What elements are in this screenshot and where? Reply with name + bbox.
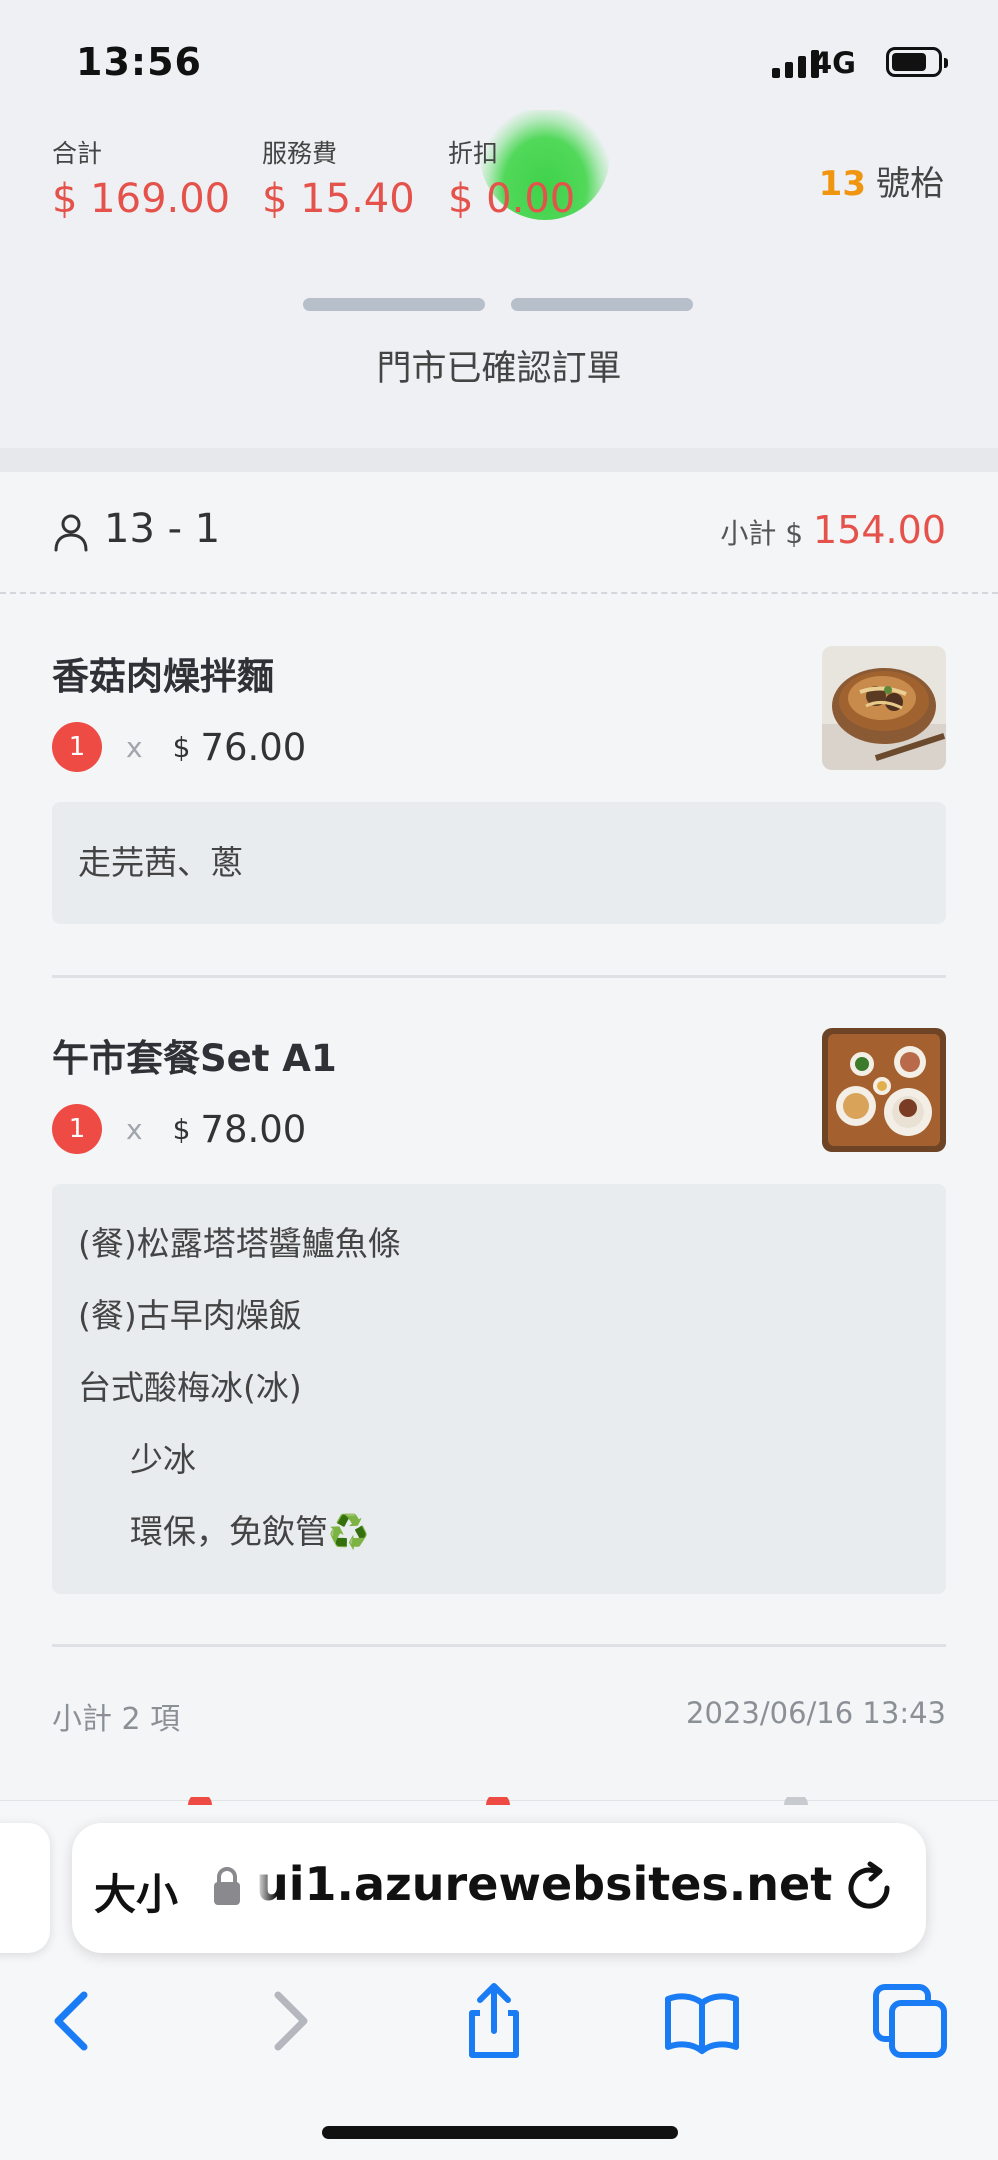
address-bar[interactable]: 大小 ui1.azurewebsites.net — [72, 1823, 926, 1953]
share-icon[interactable] — [454, 1981, 534, 2061]
reload-icon[interactable] — [842, 1861, 896, 1915]
previous-tab-preview[interactable] — [0, 1823, 50, 1953]
order-item: 香菇肉燥拌麵 1 x $ 76.00 走芫茜、蔥 — [52, 646, 946, 946]
times-sign: x — [126, 730, 143, 764]
item-separator — [52, 1644, 946, 1647]
text-size-button[interactable]: 大小 — [94, 1861, 178, 1922]
guest-header: 13 - 1 小計 $ 154.00 — [0, 472, 998, 594]
progress-step — [511, 298, 693, 311]
forward-icon[interactable] — [248, 1981, 328, 2061]
item-quantity-row: 1 x $ 78.00 — [52, 1104, 946, 1154]
guest-subtotal-label: 小計 $ — [720, 517, 804, 550]
item-name: 香菇肉燥拌麵 — [52, 655, 274, 698]
item-notes: 走芫茜、蔥 — [52, 802, 946, 924]
item-note: 台式酸梅冰(冰) — [78, 1368, 302, 1407]
guest-subtotal: 小計 $ 154.00 — [720, 508, 946, 552]
table-number: 13 號枱 — [819, 156, 944, 205]
item-notes: (餐)松露塔塔醬鱸魚條 (餐)古早肉燥飯 台式酸梅冰(冰) 少冰 環保，免飲管♻… — [52, 1184, 946, 1594]
service-fee-label: 服務費 — [262, 139, 338, 168]
order-footer: 小計 2 項 2023/06/16 13:43 — [52, 1694, 946, 1737]
discount-label: 折扣 — [448, 139, 499, 168]
home-indicator — [322, 2126, 678, 2139]
guest-subtotal-value: 154.00 — [813, 508, 946, 552]
browser-chrome: 大小 ui1.azurewebsites.net — [0, 1797, 998, 2160]
page-indicator-dots — [188, 1797, 808, 1805]
order-item: 午市套餐Set A1 1 x $ 78.00 (餐)松露塔塔醬鱸魚條 (餐)古早… — [52, 1028, 946, 1598]
item-note: (餐)古早肉燥飯 — [78, 1296, 302, 1335]
status-time: 13:56 — [76, 40, 202, 84]
url-text[interactable]: ui1.azurewebsites.net — [256, 1857, 846, 1911]
item-note: (餐)松露塔塔醬鱸魚條 — [78, 1224, 401, 1263]
quantity-badge: 1 — [52, 722, 102, 772]
quantity-badge: 1 — [52, 1104, 102, 1154]
item-price: 76.00 — [200, 725, 307, 769]
total-summary: 合計 $ 169.00 — [52, 134, 230, 222]
battery-icon — [886, 47, 948, 77]
order-timestamp: 2023/06/16 13:43 — [686, 1696, 946, 1730]
noodle-dish-image — [822, 646, 946, 770]
service-fee-summary: 服務費 $ 15.40 — [262, 134, 415, 222]
guest-seat-label: 13 - 1 — [104, 506, 221, 552]
service-fee-value: $ 15.40 — [262, 176, 415, 222]
discount-value: $ 0.00 — [448, 176, 576, 222]
url-fade — [250, 1851, 276, 1921]
item-quantity-row: 1 x $ 76.00 — [52, 722, 946, 772]
item-note-option: 環保，免飲管♻️ — [130, 1512, 370, 1551]
item-separator — [52, 975, 946, 978]
order-progress-steps — [303, 298, 693, 311]
bookmarks-icon[interactable] — [662, 1981, 742, 2061]
network-type: 4G — [812, 46, 856, 80]
currency-sign: $ — [172, 730, 191, 764]
item-price: 78.00 — [200, 1107, 307, 1151]
item-note: 走芫茜、蔥 — [78, 843, 243, 882]
item-name: 午市套餐Set A1 — [52, 1037, 337, 1080]
order-summary-header: 合計 $ 169.00 服務費 $ 15.40 折扣 $ 0.00 13 號枱 門… — [0, 110, 998, 450]
total-value: $ 169.00 — [52, 176, 231, 222]
back-icon[interactable] — [34, 1981, 114, 2061]
lock-icon — [214, 1867, 240, 1905]
item-count-label: 小計 2 項 — [52, 1702, 181, 1737]
person-icon — [54, 514, 88, 552]
table-number-value: 13 — [818, 164, 866, 204]
times-sign: x — [126, 1112, 143, 1146]
order-page: 13:56 4G 合計 $ 169.00 服務費 $ 15.40 折扣 $ 0.… — [0, 0, 998, 2160]
status-bar: 13:56 4G — [0, 0, 998, 120]
total-label: 合計 — [52, 139, 103, 168]
set-meal-image — [822, 1028, 946, 1152]
progress-step — [303, 298, 485, 311]
order-status-text: 門市已確認訂單 — [376, 349, 622, 389]
discount-summary: 折扣 $ 0.00 — [448, 134, 575, 222]
browser-toolbar — [0, 1971, 998, 2071]
table-number-suffix: 號枱 — [876, 164, 944, 204]
currency-sign: $ — [172, 1112, 191, 1146]
section-divider — [0, 448, 998, 472]
item-note-option: 少冰 — [130, 1440, 196, 1479]
tabs-icon[interactable] — [870, 1981, 950, 2061]
